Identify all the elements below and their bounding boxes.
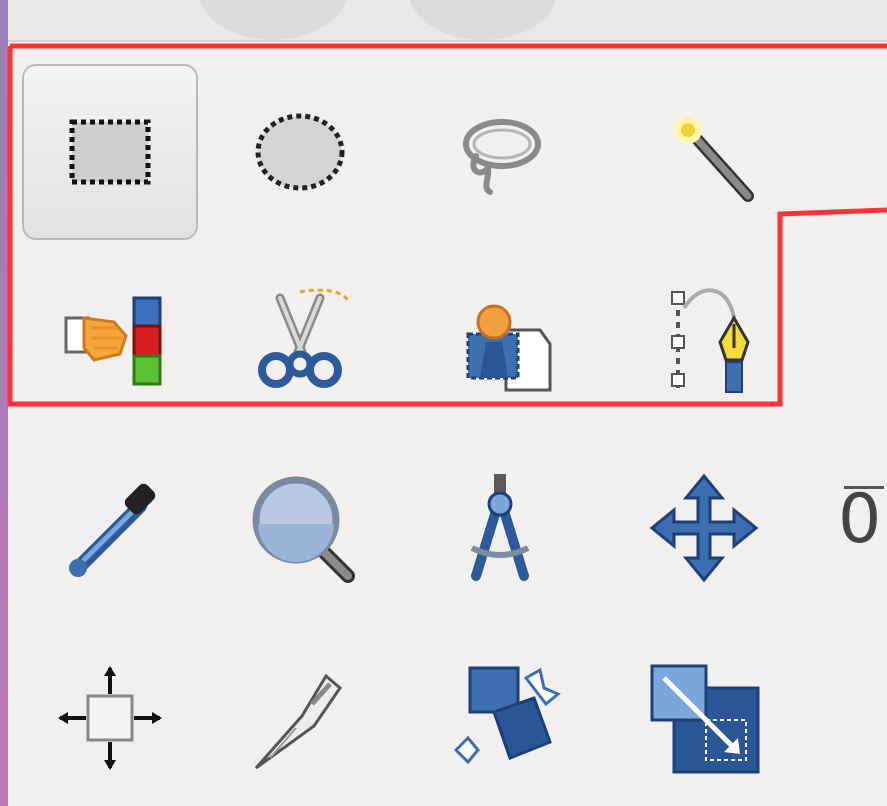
move-arrows-icon (649, 473, 759, 583)
left-window-edge (0, 0, 8, 806)
header-divider (8, 40, 887, 42)
scalpel-icon (254, 673, 342, 770)
select-by-color-tool-button[interactable] (22, 250, 198, 426)
ellipse-select-tool-button[interactable] (212, 64, 388, 240)
move-tool-button[interactable] (616, 440, 792, 616)
compass-icon (470, 474, 530, 581)
pen-paths-icon (671, 288, 750, 393)
cut-off-label-text: 0 (838, 480, 882, 559)
align-tool-button[interactable] (22, 630, 198, 806)
measure-tool-button[interactable] (412, 440, 588, 616)
foreground-select-icon (466, 304, 552, 392)
eyedropper-icon (69, 483, 156, 577)
zoom-tool-button[interactable] (212, 440, 388, 616)
unified-transform-tool-button[interactable] (412, 630, 588, 806)
select-by-color-icon (64, 296, 162, 386)
ellipse-select-icon (255, 113, 345, 191)
align-icon (58, 666, 162, 770)
rect-select-tool-button[interactable] (22, 64, 198, 240)
scissors-select-tool-button[interactable] (212, 250, 388, 426)
rect-select-icon (69, 119, 151, 185)
lasso-icon (463, 119, 541, 195)
header-decoration (198, 0, 348, 40)
scale-tool-button[interactable] (616, 630, 792, 806)
color-picker-tool-button[interactable] (22, 440, 198, 616)
scale-icon (650, 664, 760, 774)
header-decoration (408, 0, 558, 40)
magnifier-icon (252, 476, 355, 583)
crop-tool-button[interactable] (212, 630, 388, 806)
free-select-tool-button[interactable] (412, 64, 588, 240)
label-overline (844, 486, 884, 489)
cut-off-label: 0 (838, 480, 887, 560)
foreground-select-tool-button[interactable] (412, 250, 588, 426)
fuzzy-select-tool-button[interactable] (616, 64, 792, 240)
scissors-icon (258, 288, 350, 388)
paths-tool-button[interactable] (616, 250, 792, 426)
magic-wand-icon (674, 116, 754, 202)
unified-transform-icon (453, 666, 561, 765)
toolbox-header (8, 0, 887, 42)
